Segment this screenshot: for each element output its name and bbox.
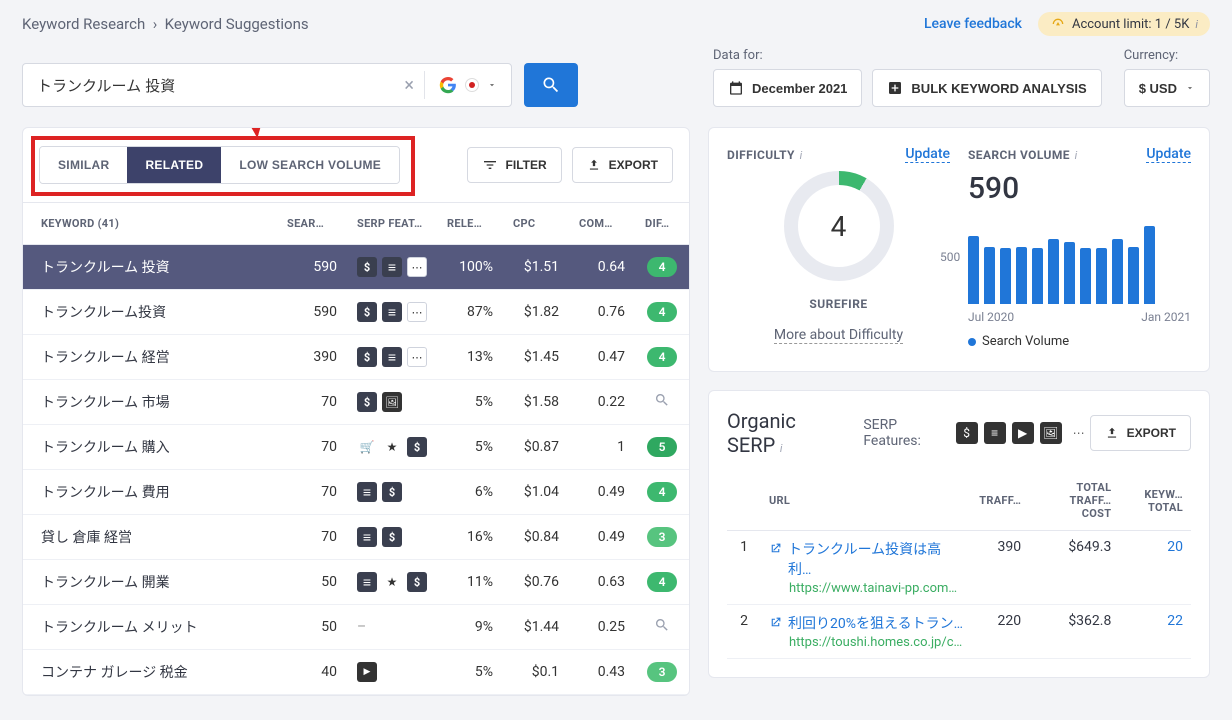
col-competition[interactable]: COM… — [569, 203, 635, 245]
table-row[interactable]: トランクルーム 経営39013%$1.450.474 — [23, 335, 689, 380]
table-row[interactable]: トランクルーム 購入705%$0.8715 — [23, 425, 689, 470]
bulk-analysis-button[interactable]: BULK KEYWORD ANALYSIS — [872, 69, 1101, 107]
gauge-icon — [1050, 16, 1066, 32]
chevron-down-icon — [1185, 83, 1195, 93]
keyword-type-tabs: SIMILAR RELATED LOW SEARCH VOLUME — [39, 146, 400, 184]
currency-label: Currency: — [1124, 48, 1210, 63]
plus-square-icon — [887, 80, 903, 96]
col-difficulty[interactable]: DIF… — [635, 203, 689, 245]
breadcrumb: Keyword Research › Keyword Suggestions — [22, 15, 309, 33]
serp-export-button[interactable]: EXPORT — [1090, 415, 1191, 451]
difficulty-card: DIFFICULTY i Update 4 SUREFIRE More abou… — [727, 146, 950, 349]
search-bar: × — [22, 63, 512, 107]
serp-col-keywords[interactable]: KEYW… TOTAL — [1119, 471, 1191, 531]
organic-serp-card: Organic SERP i SERP Features: $ ≡ ▶ 🖼 ⋯ … — [708, 390, 1210, 678]
table-row[interactable]: 貸し 倉庫 経営7016%$0.840.493 — [23, 515, 689, 560]
col-keyword[interactable]: KEYWORD (41) — [23, 203, 277, 245]
export-button[interactable]: EXPORT — [572, 147, 673, 183]
serp-col-url[interactable]: URL — [761, 471, 971, 531]
serp-title: Organic SERP i — [727, 409, 839, 457]
table-row[interactable]: トランクルーム 市場705%$1.580.22 — [23, 380, 689, 425]
more-about-difficulty-link[interactable]: More about Difficulty — [774, 327, 903, 344]
serp-col-cost[interactable]: TOTAL TRAFF… COST — [1029, 471, 1119, 531]
info-icon[interactable]: i — [1072, 149, 1077, 162]
chart-bar — [1096, 248, 1107, 304]
serp-list-icon: ≡ — [984, 422, 1006, 444]
volume-bar-chart — [968, 224, 1191, 304]
difficulty-label: SUREFIRE — [809, 297, 867, 311]
search-volume-value: 590 — [968, 171, 1191, 206]
col-search[interactable]: SEAR… — [277, 203, 347, 245]
serp-dollar-icon: $ — [956, 422, 978, 444]
leave-feedback-link[interactable]: Leave feedback — [924, 16, 1022, 32]
chart-bar — [1000, 248, 1011, 304]
chart-bar — [1080, 248, 1091, 304]
col-relevance[interactable]: RELE… — [437, 203, 503, 245]
breadcrumb-current: Keyword Suggestions — [165, 15, 309, 33]
filter-button[interactable]: FILTER — [467, 147, 562, 183]
tab-low-volume[interactable]: LOW SEARCH VOLUME — [221, 147, 399, 183]
account-limit-badge[interactable]: Account limit: 1 / 5K i — [1038, 12, 1210, 36]
keyword-input[interactable] — [23, 77, 394, 94]
currency-selector[interactable]: $ USD — [1124, 69, 1210, 107]
chart-bar — [984, 247, 995, 304]
serp-row[interactable]: 1トランクルーム投資は高利…https://www.tainavi-pp.com… — [727, 531, 1191, 605]
export-icon — [1105, 426, 1119, 440]
serp-video-icon: ▶ — [1012, 422, 1034, 444]
calendar-icon — [728, 80, 744, 96]
serp-image-icon: 🖼 — [1040, 422, 1062, 444]
search-icon — [541, 75, 561, 95]
tab-related[interactable]: RELATED — [127, 147, 221, 183]
tab-similar[interactable]: SIMILAR — [40, 147, 127, 183]
chart-bar — [1032, 248, 1043, 304]
chart-bar — [968, 236, 979, 304]
keyword-table: KEYWORD (41) SEAR… SERP FEAT… RELE… CPC … — [23, 202, 689, 695]
japan-flag-icon — [465, 78, 479, 92]
chevron-down-icon — [487, 80, 497, 90]
serp-features-label: SERP Features: — [863, 417, 945, 449]
chart-legend: Search Volume — [968, 334, 1191, 349]
filter-icon — [482, 157, 498, 173]
serp-feature-icons: $ ≡ ▶ 🖼 ⋯ — [956, 422, 1090, 444]
engine-selector[interactable] — [425, 76, 511, 94]
difficulty-value: 4 — [798, 185, 880, 267]
table-row[interactable]: トランクルーム メリット50–9%$1.440.25 — [23, 605, 689, 650]
table-row[interactable]: トランクルーム 開業5011%$0.760.634 — [23, 560, 689, 605]
update-volume-link[interactable]: Update — [1146, 146, 1191, 163]
table-row[interactable]: コンテナ ガレージ 税金405%$0.10.433 — [23, 650, 689, 695]
date-picker-button[interactable]: December 2021 — [713, 69, 862, 107]
update-difficulty-link[interactable]: Update — [905, 146, 950, 163]
col-serp[interactable]: SERP FEAT… — [347, 203, 437, 245]
info-icon[interactable]: i — [797, 149, 802, 162]
difficulty-donut: 4 — [784, 171, 894, 281]
table-row[interactable]: トランクルーム 費用706%$1.040.494 — [23, 470, 689, 515]
chart-bar — [1016, 247, 1027, 304]
data-for-label: Data for: — [713, 48, 1102, 63]
google-icon — [439, 76, 457, 94]
chart-bar — [1048, 239, 1059, 304]
search-volume-card: SEARCH VOLUME i Update 590 500 Jul 2020 … — [968, 146, 1191, 349]
chart-bar — [1064, 242, 1075, 304]
chart-bar — [1144, 226, 1155, 304]
breadcrumb-parent[interactable]: Keyword Research — [22, 15, 145, 33]
col-cpc[interactable]: CPC — [503, 203, 569, 245]
serp-table: URL TRAFF… TOTAL TRAFF… COST KEYW… TOTAL… — [727, 471, 1191, 659]
serp-row[interactable]: 2利回り20%を狙えるトラン…https://toushi.homes.co.j… — [727, 605, 1191, 659]
serp-col-traffic[interactable]: TRAFF… — [971, 471, 1029, 531]
clear-icon[interactable]: × — [394, 75, 424, 96]
search-button[interactable] — [524, 63, 578, 107]
chart-bar — [1128, 247, 1139, 304]
export-icon — [587, 158, 601, 172]
table-row[interactable]: トランクルーム 投資590100%$1.510.644 — [23, 245, 689, 290]
table-row[interactable]: トランクルーム投資59087%$1.820.764 — [23, 290, 689, 335]
serp-more-icon[interactable]: ⋯ — [1068, 422, 1090, 444]
info-icon[interactable]: i — [777, 442, 782, 455]
chart-bar — [1112, 239, 1123, 304]
